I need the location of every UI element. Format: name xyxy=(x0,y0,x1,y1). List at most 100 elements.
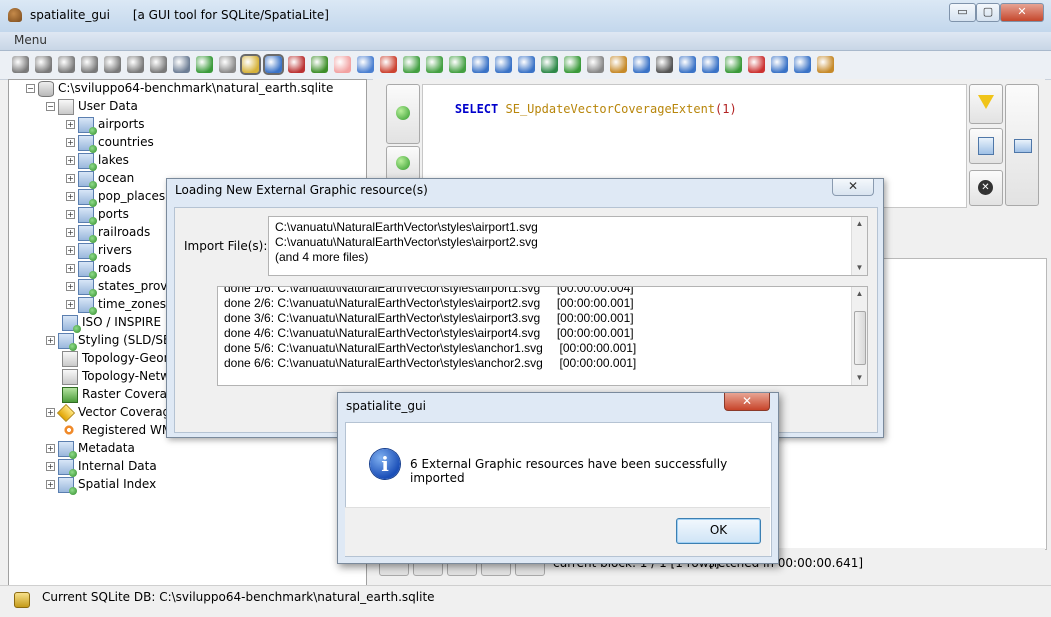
minimize-button[interactable]: ▭ xyxy=(949,3,976,22)
maximize-button[interactable]: ▢ xyxy=(976,3,1000,22)
scroll-up-icon[interactable]: ▲ xyxy=(852,287,867,301)
toolbar-button-18[interactable] xyxy=(403,56,420,73)
collapse-icon[interactable]: − xyxy=(46,102,55,111)
tree-table-countries[interactable]: + countries xyxy=(66,134,346,153)
table-icon xyxy=(78,189,97,207)
toolbar-button-4[interactable] xyxy=(81,56,98,73)
expand-icon[interactable]: + xyxy=(66,192,75,201)
tree-topology-net-label: Topology-Netw xyxy=(82,369,170,383)
expand-icon[interactable]: + xyxy=(66,174,75,183)
expand-icon[interactable]: + xyxy=(46,444,55,453)
toolbar-button-30[interactable] xyxy=(679,56,696,73)
toolbar-button-22[interactable] xyxy=(495,56,512,73)
tree-spatial-index-label: Spatial Index xyxy=(78,477,157,491)
toolbar-button-6[interactable] xyxy=(127,56,144,73)
scroll-down-icon[interactable]: ▼ xyxy=(852,371,867,385)
toolbar-button-15[interactable] xyxy=(334,56,351,73)
ok-button[interactable]: OK xyxy=(676,518,761,544)
scroll-down-icon[interactable]: ▼ xyxy=(852,261,867,275)
expand-icon[interactable]: + xyxy=(66,138,75,147)
expand-icon[interactable]: + xyxy=(66,228,75,237)
toolbar-button-16[interactable] xyxy=(357,56,374,73)
tree-table-label: roads xyxy=(98,261,132,275)
expand-icon[interactable]: + xyxy=(66,156,75,165)
toolbar-button-34[interactable] xyxy=(771,56,788,73)
wms-icon xyxy=(62,423,76,437)
tree-user-data[interactable]: − User Data xyxy=(46,98,346,115)
tree-table-label: time_zones xyxy=(98,297,166,311)
toolbar-button-29[interactable] xyxy=(656,56,673,73)
toolbar-button-28[interactable] xyxy=(633,56,650,73)
toolbar-button-9[interactable] xyxy=(196,56,213,73)
history-button[interactable] xyxy=(386,146,420,180)
toolbar-button-1[interactable] xyxy=(12,56,29,73)
toolbar-button-8[interactable] xyxy=(173,56,190,73)
expand-icon[interactable]: + xyxy=(46,336,55,345)
dialog-close-button[interactable]: ✕ xyxy=(832,179,874,196)
toolbar-button-32[interactable] xyxy=(725,56,742,73)
expand-icon[interactable]: + xyxy=(66,246,75,255)
collapse-icon[interactable]: − xyxy=(26,84,35,93)
toolbar-button-23[interactable] xyxy=(518,56,535,73)
tree-internal[interactable]: + Internal Data xyxy=(46,458,346,477)
import-files-list[interactable]: C:\vanuatu\NaturalEarthVector\styles\air… xyxy=(268,216,868,276)
toolbar-button-5[interactable] xyxy=(104,56,121,73)
close-window-button[interactable]: ✕ xyxy=(1000,3,1044,22)
table-icon xyxy=(62,315,81,333)
dialog-title: Loading New External Graphic resource(s) xyxy=(175,183,428,197)
clear-sql-button[interactable]: ✕ xyxy=(969,170,1003,206)
tree-table-airports[interactable]: + airports xyxy=(66,116,346,135)
status-bar: Current SQLite DB: C:\sviluppo64-benchma… xyxy=(0,585,1051,617)
toolbar-button-13[interactable] xyxy=(288,56,305,73)
clear-icon: ✕ xyxy=(978,180,993,195)
scroll-up-icon[interactable]: ▲ xyxy=(852,217,867,231)
toolbar-button-26[interactable] xyxy=(587,56,604,73)
toolbar-button-20[interactable] xyxy=(449,56,466,73)
tree-root[interactable]: − C:\sviluppo64-benchmark\natural_earth.… xyxy=(26,80,356,97)
toolbar-button-2[interactable] xyxy=(35,56,52,73)
toolbar-button-33[interactable] xyxy=(748,56,765,73)
toolbar-button-10[interactable] xyxy=(219,56,236,73)
toolbar xyxy=(0,51,1051,80)
toolbar-button-19[interactable] xyxy=(426,56,443,73)
tree-vector-label: Vector Coverage xyxy=(78,405,178,419)
log-line: done 2/6: C:\vanuatu\NaturalEarthVector\… xyxy=(224,296,634,310)
toolbar-button-36[interactable] xyxy=(817,56,834,73)
expand-icon[interactable]: + xyxy=(66,282,75,291)
toolbar-button-17[interactable] xyxy=(380,56,397,73)
window-title: spatialite_gui [a GUI tool for SQLite/Sp… xyxy=(30,8,329,22)
sql-script-button[interactable] xyxy=(1005,84,1039,206)
toolbar-button-27[interactable] xyxy=(610,56,627,73)
menu-item[interactable]: Menu xyxy=(14,33,47,47)
message-box-close-button[interactable]: ✕ xyxy=(724,393,770,411)
expand-icon[interactable]: + xyxy=(66,300,75,309)
tree-spatial-index[interactable]: + Spatial Index xyxy=(46,476,346,495)
expand-icon[interactable]: + xyxy=(46,408,55,417)
toolbar-button-21[interactable] xyxy=(472,56,489,73)
scroll-thumb[interactable] xyxy=(854,311,866,365)
toolbar-button-31[interactable] xyxy=(702,56,719,73)
toolbar-button-24[interactable] xyxy=(541,56,558,73)
tree-internal-label: Internal Data xyxy=(78,459,157,473)
toolbar-button-11[interactable] xyxy=(240,54,261,75)
tree-metadata[interactable]: + Metadata xyxy=(46,440,346,459)
filter-button[interactable] xyxy=(969,84,1003,124)
expand-icon[interactable]: + xyxy=(46,462,55,471)
toolbar-button-7[interactable] xyxy=(150,56,167,73)
tree-table-lakes[interactable]: + lakes xyxy=(66,152,346,171)
toolbar-button-25[interactable] xyxy=(564,56,581,73)
log-scrollbar[interactable]: ▲ ▼ xyxy=(851,287,867,385)
files-scrollbar[interactable]: ▲ ▼ xyxy=(851,217,867,275)
toolbar-button-35[interactable] xyxy=(794,56,811,73)
message-box-title: spatialite_gui xyxy=(346,399,426,413)
toolbar-button-14[interactable] xyxy=(311,56,328,73)
import-log-list[interactable]: done 1/6: C:\vanuatu\NaturalEarthVector\… xyxy=(217,286,868,386)
expand-icon[interactable]: + xyxy=(66,264,75,273)
expand-icon[interactable]: + xyxy=(66,120,75,129)
toolbar-button-3[interactable] xyxy=(58,56,75,73)
expand-icon[interactable]: + xyxy=(66,210,75,219)
execute-button[interactable] xyxy=(386,84,420,144)
expand-icon[interactable]: + xyxy=(46,480,55,489)
save-sql-button[interactable] xyxy=(969,128,1003,164)
toolbar-button-12[interactable] xyxy=(263,54,284,75)
